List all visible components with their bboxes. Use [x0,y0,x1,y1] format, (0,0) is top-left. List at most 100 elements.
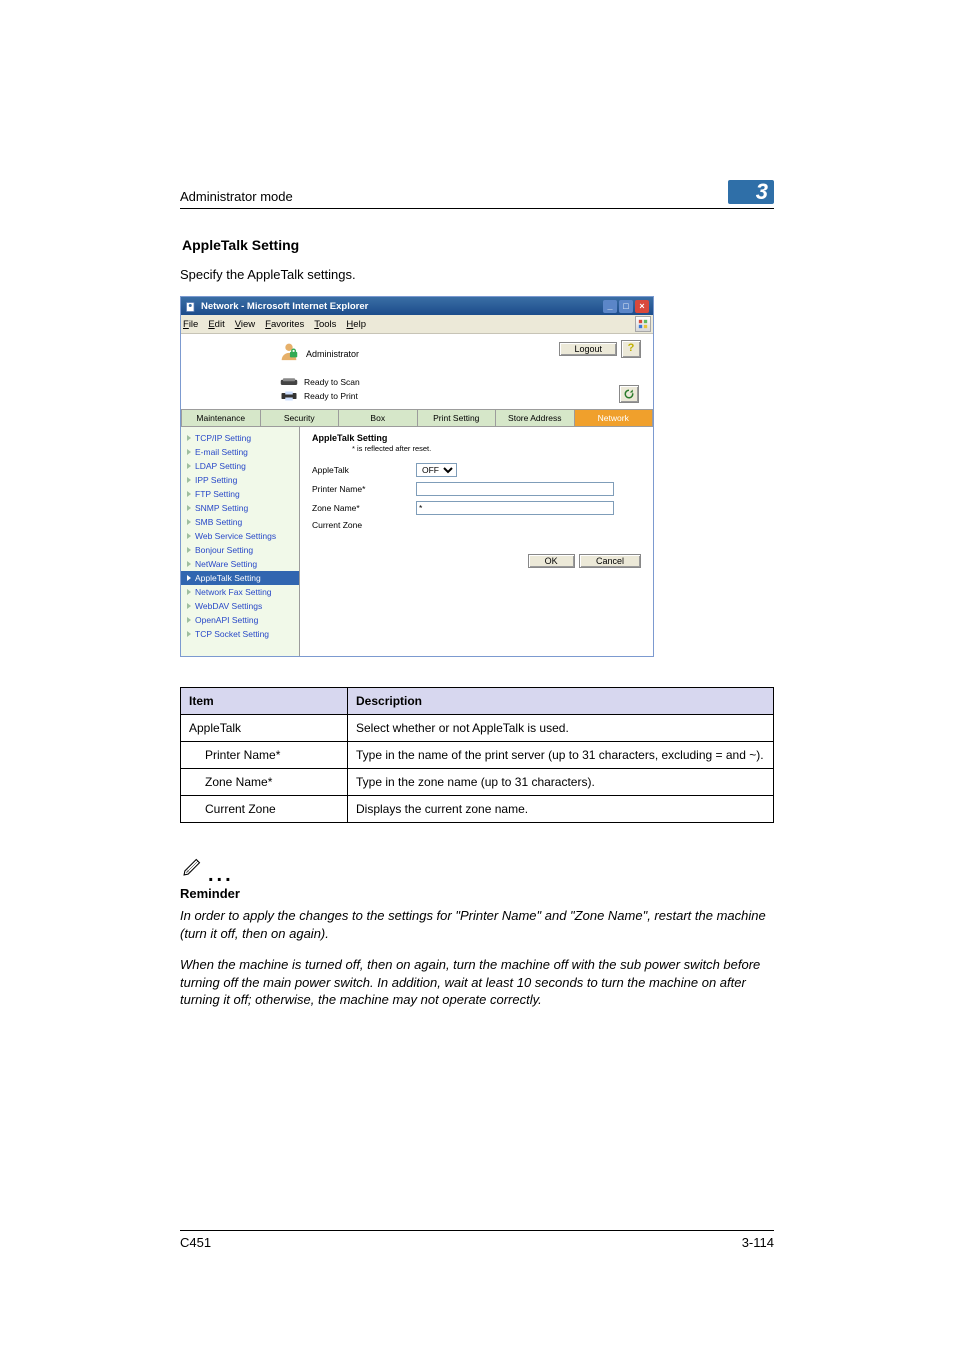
field-current-zone-label: Current Zone [312,520,416,530]
table-row: AppleTalk Select whether or not AppleTal… [181,715,774,742]
administrator-label: Administrator [306,349,359,359]
window-title: Network - Microsoft Internet Explorer [201,301,603,312]
minimize-icon[interactable]: _ [603,300,617,313]
panel-title: AppleTalk Setting [312,433,641,443]
menu-favorites[interactable]: Favorites [265,319,304,330]
menu-tools[interactable]: Tools [314,319,336,330]
sidebar-item-label: Web Service Settings [195,531,276,541]
pencil-icon [180,853,206,882]
footer-divider [180,1230,774,1231]
sidebar-item-label: OpenAPI Setting [195,615,258,625]
chapter-number-badge: 3 [728,180,774,204]
panel-note: * is reflected after reset. [352,444,641,453]
table-cell-desc: Select whether or not AppleTalk is used. [348,715,774,742]
tab-store-address[interactable]: Store Address [495,409,574,427]
sidebar-item-label: FTP Setting [195,489,240,499]
section-intro: Specify the AppleTalk settings. [180,267,774,282]
help-icon[interactable]: ? [621,340,641,358]
reminder-text-2: When the machine is turned off, then on … [180,956,774,1009]
field-appletalk-label: AppleTalk [312,465,416,475]
sidebar-item-ftp[interactable]: FTP Setting [181,487,299,501]
table-row: Printer Name* Type in the name of the pr… [181,742,774,769]
table-cell-item: Current Zone [189,802,276,816]
sidebar-item-label: TCP/IP Setting [195,433,251,443]
refresh-icon[interactable] [619,385,639,403]
sidebar-item-appletalk[interactable]: AppleTalk Setting [181,571,299,585]
zone-name-input[interactable] [416,501,614,515]
table-cell-item: Printer Name* [189,748,280,762]
table-head-item: Item [181,688,348,715]
scanner-icon [280,376,298,388]
tab-box[interactable]: Box [338,409,417,427]
nav-sidebar: TCP/IP Setting E-mail Setting LDAP Setti… [181,427,300,656]
sidebar-item-networkfax[interactable]: Network Fax Setting [181,585,299,599]
screenshot-window: Network - Microsoft Internet Explorer _ … [180,296,654,657]
close-icon[interactable]: × [635,300,649,313]
table-row: Zone Name* Type in the zone name (up to … [181,769,774,796]
sidebar-item-ipp[interactable]: IPP Setting [181,473,299,487]
tab-security[interactable]: Security [260,409,339,427]
table-cell-item: Zone Name* [189,775,272,789]
menu-help[interactable]: Help [346,319,366,330]
maximize-icon[interactable]: □ [619,300,633,313]
reminder-label: Reminder [180,886,774,901]
menu-edit[interactable]: Edit [208,319,224,330]
menu-view[interactable]: View [235,319,255,330]
sidebar-item-ldap[interactable]: LDAP Setting [181,459,299,473]
windows-flag-icon [635,316,651,332]
field-zone-name-label: Zone Name* [312,503,416,513]
logout-button[interactable]: Logout [559,342,617,356]
sidebar-item-label: TCP Socket Setting [195,629,269,639]
tab-bar: Maintenance Security Box Print Setting S… [181,409,653,427]
table-cell-item: AppleTalk [181,715,348,742]
ok-button[interactable]: OK [528,554,575,568]
note-icon-row: ... [180,853,774,882]
sidebar-item-netware[interactable]: NetWare Setting [181,557,299,571]
sidebar-item-openapi[interactable]: OpenAPI Setting [181,613,299,627]
sidebar-item-snmp[interactable]: SNMP Setting [181,501,299,515]
settings-panel: AppleTalk Setting * is reflected after r… [300,427,653,656]
window-titlebar: Network - Microsoft Internet Explorer _ … [181,297,653,315]
table-cell-desc: Type in the name of the print server (up… [348,742,774,769]
sidebar-item-bonjour[interactable]: Bonjour Setting [181,543,299,557]
status-print-label: Ready to Print [304,391,358,401]
administrator-icon [278,340,300,367]
menu-file[interactable]: File [183,319,198,330]
sidebar-item-label: E-mail Setting [195,447,248,457]
status-scan-label: Ready to Scan [304,377,360,387]
tab-maintenance[interactable]: Maintenance [181,409,260,427]
cancel-button[interactable]: Cancel [579,554,641,568]
sidebar-item-tcpip[interactable]: TCP/IP Setting [181,431,299,445]
note-dots: ... [208,870,234,882]
reminder-text-1: In order to apply the changes to the set… [180,907,774,942]
tab-print-setting[interactable]: Print Setting [417,409,496,427]
sidebar-item-label: WebDAV Settings [195,601,262,611]
table-row: Current Zone Displays the current zone n… [181,796,774,823]
sidebar-item-label: Bonjour Setting [195,545,253,555]
page-header-title: Administrator mode [180,189,293,204]
section-title: AppleTalk Setting [182,237,774,253]
sidebar-item-label: IPP Setting [195,475,237,485]
field-printer-name-label: Printer Name* [312,484,416,494]
appletalk-select[interactable]: OFF [416,463,457,477]
sidebar-item-label: SMB Setting [195,517,242,527]
sidebar-item-smb[interactable]: SMB Setting [181,515,299,529]
sidebar-item-webservice[interactable]: Web Service Settings [181,529,299,543]
sidebar-item-label: SNMP Setting [195,503,248,513]
sidebar-item-webdav[interactable]: WebDAV Settings [181,599,299,613]
spec-table: Item Description AppleTalk Select whethe… [180,687,774,823]
sidebar-item-label: AppleTalk Setting [195,573,261,583]
printer-icon [280,390,298,402]
sidebar-item-tcpsocket[interactable]: TCP Socket Setting [181,627,299,641]
header-divider [180,208,774,209]
tab-network[interactable]: Network [574,409,654,427]
sidebar-item-label: NetWare Setting [195,559,257,569]
printer-name-input[interactable] [416,482,614,496]
ie-page-icon [185,300,197,312]
table-cell-desc: Type in the zone name (up to 31 characte… [348,769,774,796]
menu-bar: File Edit View Favorites Tools Help [181,315,653,334]
sidebar-item-label: LDAP Setting [195,461,246,471]
table-head-description: Description [348,688,774,715]
table-cell-desc: Displays the current zone name. [348,796,774,823]
sidebar-item-email[interactable]: E-mail Setting [181,445,299,459]
